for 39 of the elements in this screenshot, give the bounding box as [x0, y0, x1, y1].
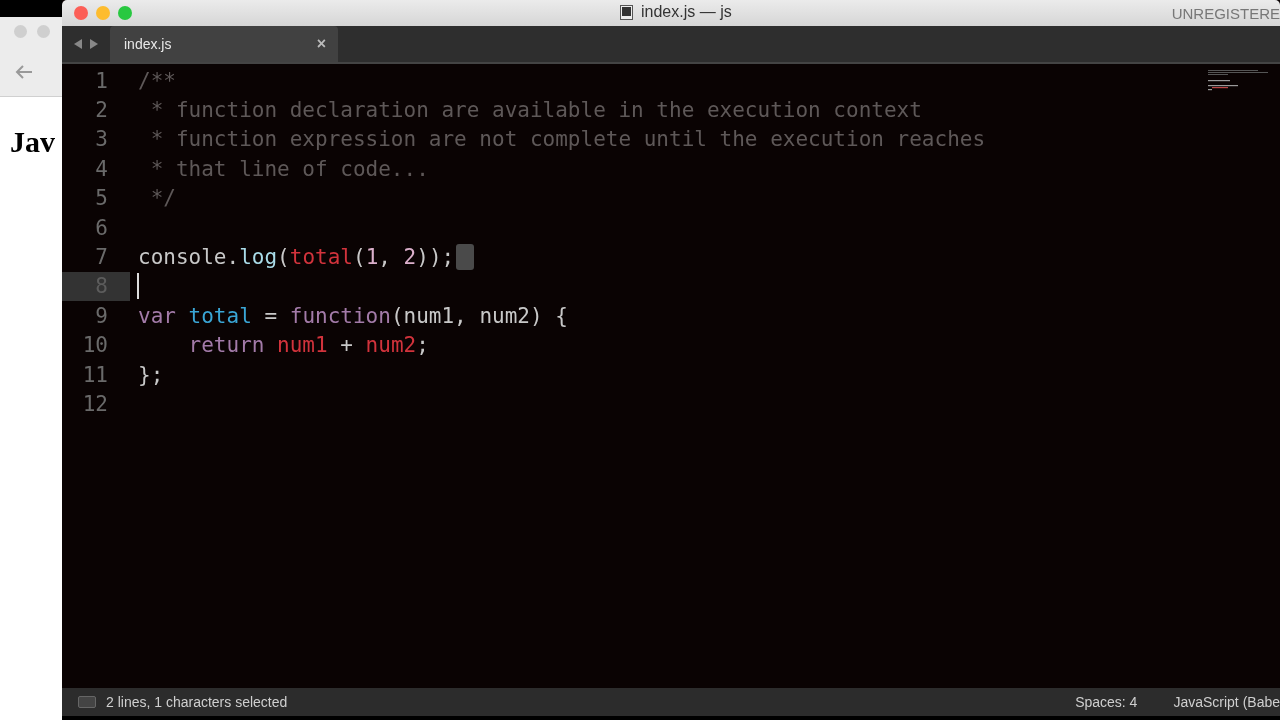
line-number: 3 [94, 126, 109, 154]
code-line: * function declaration are available in the execution context [149, 97, 922, 125]
indentation-status[interactable]: Spaces: 4 [1075, 694, 1138, 710]
code-line: /** [138, 67, 176, 95]
code-line: * that line of code... [149, 155, 429, 183]
code-line: console.log(total(1, 2)); [138, 244, 455, 272]
window-control-icon[interactable] [37, 25, 50, 38]
line-number: 4 [94, 155, 109, 183]
line-number: 10 [81, 332, 109, 360]
line-number: 9 [94, 302, 109, 330]
document-icon [620, 4, 633, 20]
back-arrow-icon[interactable] [14, 64, 34, 80]
line-number: 11 [81, 361, 109, 389]
code-line: return num1 + num2; [187, 332, 429, 360]
line-number: 7 [94, 244, 109, 272]
line-number: 1 [94, 67, 109, 95]
panel-toggle-icon[interactable] [78, 696, 96, 708]
code-line: * function expression are not complete until the execution reaches [149, 126, 986, 154]
selection-status: 2 lines, 1 characters selected [106, 694, 288, 710]
minimize-button[interactable] [96, 6, 110, 20]
next-tab-icon[interactable] [90, 39, 98, 49]
line-number: 2 [94, 97, 109, 125]
text-cursor [137, 273, 139, 300]
line-number: 5 [94, 185, 109, 213]
page-heading: Jav [10, 125, 55, 158]
previous-tab-icon[interactable] [74, 39, 82, 49]
code-line: }; [138, 361, 164, 389]
file-tab[interactable]: index.js × [110, 26, 338, 62]
window-control-icon[interactable] [14, 25, 27, 38]
syntax-status[interactable]: JavaScript (Babe [1173, 694, 1280, 710]
code-line: var total = function(num1, num2) { [138, 302, 568, 330]
close-button[interactable] [74, 6, 88, 20]
license-label: UNREGISTERE [1171, 4, 1280, 22]
line-number: 6 [94, 214, 109, 242]
maximize-button[interactable] [118, 6, 132, 20]
window-title: index.js — js [641, 3, 732, 21]
code-line: */ [149, 185, 176, 213]
line-number: 12 [81, 391, 109, 418]
close-tab-icon[interactable]: × [316, 35, 326, 53]
